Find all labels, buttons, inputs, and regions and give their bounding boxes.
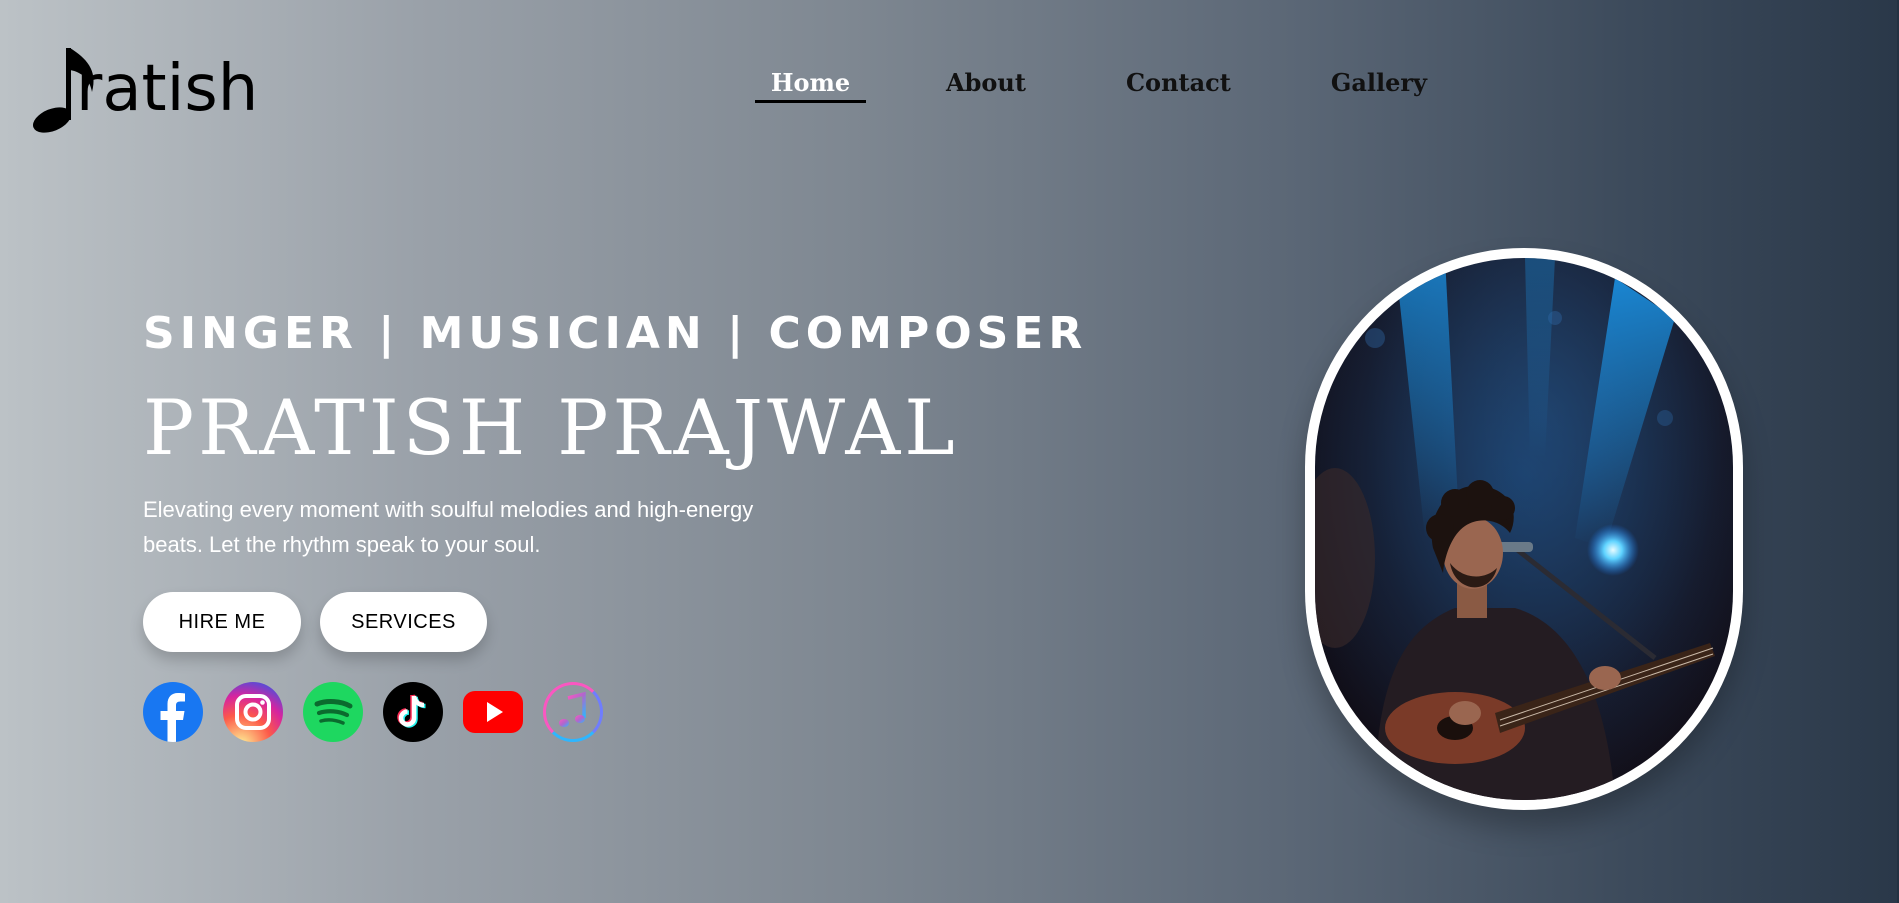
nav-home[interactable]: Home [755, 68, 866, 103]
nav-contact[interactable]: Contact [1126, 68, 1231, 103]
social-links [143, 682, 603, 742]
instagram-icon[interactable] [223, 682, 283, 742]
singer-photo [1315, 258, 1733, 800]
hire-me-button[interactable]: HIRE ME [143, 592, 301, 652]
hero-description: Elevating every moment with soulful melo… [143, 497, 754, 557]
profile-photo-frame [1305, 248, 1743, 810]
nav-gallery[interactable]: Gallery [1331, 68, 1427, 103]
brand-name: ratish [76, 52, 259, 126]
hero-tagline: SINGER | MUSICIAN | COMPOSER [143, 308, 1088, 359]
spotify-icon[interactable] [303, 682, 363, 742]
nav-about[interactable]: About [946, 68, 1026, 103]
brand-logo[interactable]: ratish [30, 40, 258, 135]
apple-music-icon[interactable] [543, 682, 603, 742]
facebook-icon[interactable] [143, 682, 203, 742]
youtube-icon[interactable] [463, 682, 523, 742]
main-nav: Home About Contact Gallery [755, 68, 1427, 103]
tiktok-icon[interactable] [383, 682, 443, 742]
services-button[interactable]: SERVICES [320, 592, 487, 652]
hero-name: PRATISH PRAJWAL [143, 383, 959, 472]
